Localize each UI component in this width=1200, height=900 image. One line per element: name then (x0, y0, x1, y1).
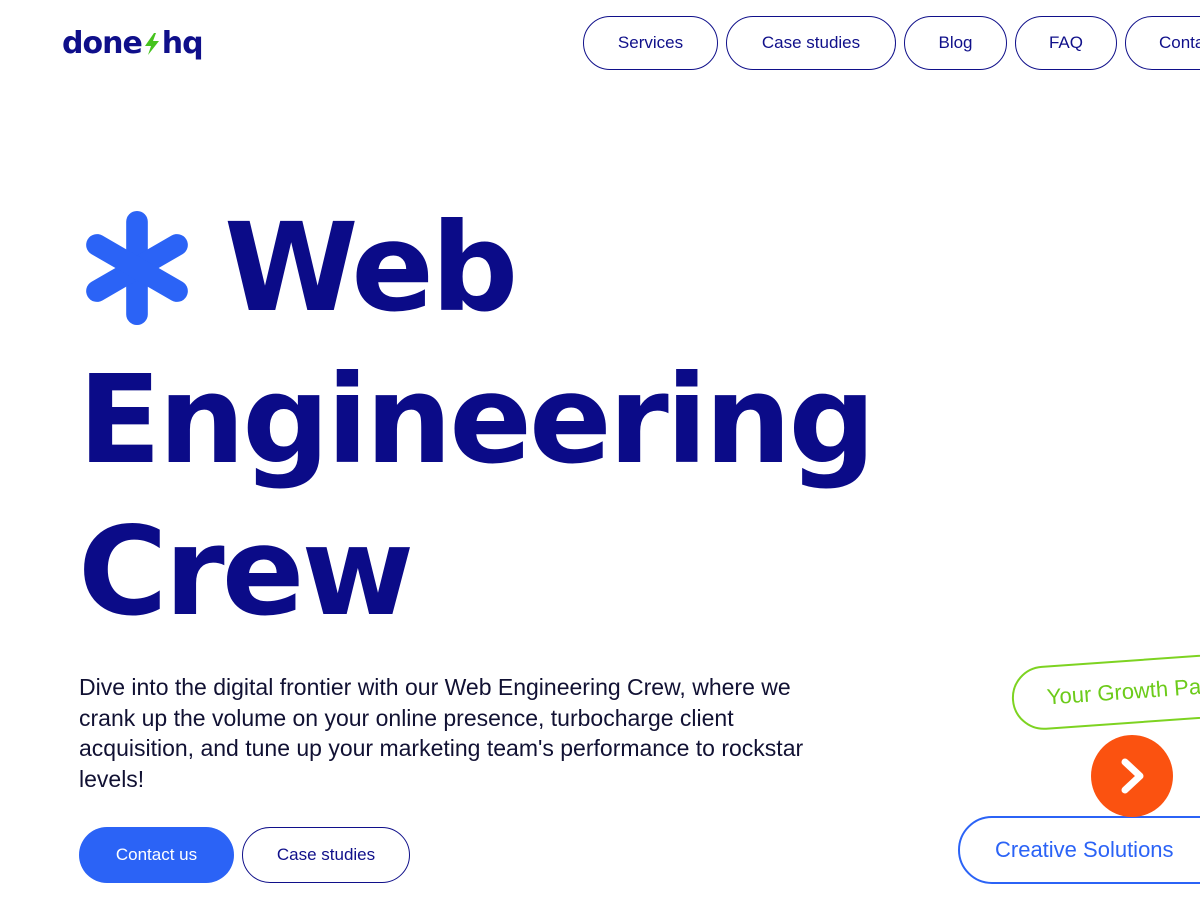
nav-item-contact[interactable]: Conta (1125, 16, 1200, 70)
contact-us-button[interactable]: Contact us (79, 827, 234, 883)
nav-item-services[interactable]: Services (583, 16, 718, 70)
nav-item-case-studies[interactable]: Case studies (726, 16, 896, 70)
hero-description: Dive into the digital frontier with our … (79, 674, 804, 792)
hero-title-line3: Crew (78, 501, 414, 643)
hero-title: Web Engineering Crew (78, 192, 876, 648)
asterisk-icon (86, 210, 188, 326)
hero-title-line1-row: Web (78, 192, 873, 344)
logo[interactable]: done hq (62, 24, 204, 64)
hero-title-line2: Engineering (78, 349, 876, 491)
bolt-icon (144, 33, 159, 55)
case-studies-button[interactable]: Case studies (242, 827, 410, 883)
creative-solutions-tag: Creative Solutions (958, 816, 1200, 884)
logo-text-right: hq (161, 26, 204, 61)
main-nav: Services Case studies Blog FAQ Conta (583, 16, 1200, 70)
page: done hq Services Case studies Blog FAQ C… (0, 0, 1200, 900)
chevron-right-icon (1121, 758, 1144, 794)
growth-partner-tag: Your Growth Pa (1009, 647, 1200, 732)
hero-title-line1: Web (224, 197, 518, 339)
nav-item-faq[interactable]: FAQ (1015, 16, 1117, 70)
logo-text-left: done (62, 26, 143, 61)
nav-item-blog[interactable]: Blog (904, 16, 1007, 70)
next-arrow-button[interactable] (1091, 735, 1173, 817)
